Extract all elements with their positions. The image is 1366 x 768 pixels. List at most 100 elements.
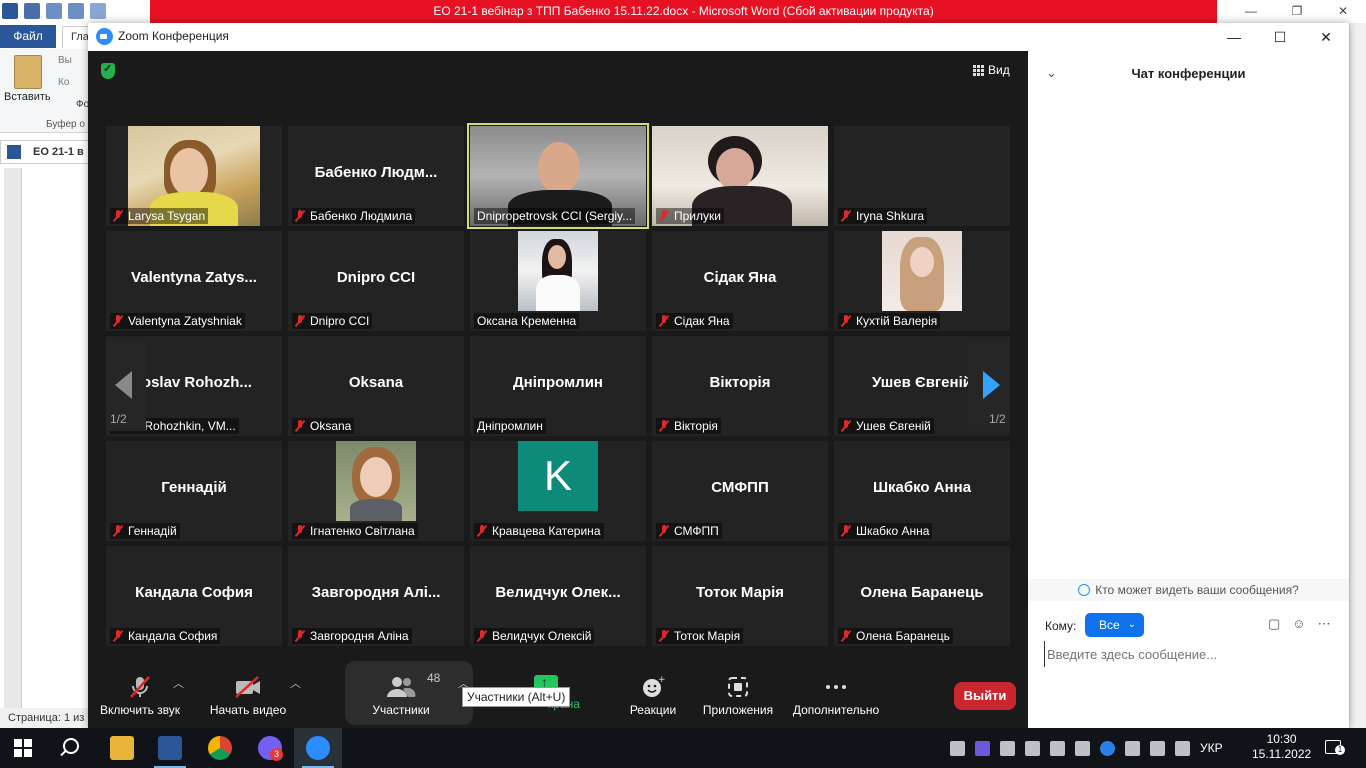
participant-tile[interactable]: Оксана Кременна: [470, 231, 646, 331]
participant-tile[interactable]: Кандала София Кандала София: [106, 546, 282, 646]
view-label: Вид: [988, 63, 1010, 77]
clipboard-icon[interactable]: [1125, 740, 1140, 756]
clock[interactable]: 10:30 15.11.2022: [1252, 732, 1311, 762]
chat-message-input[interactable]: [1044, 641, 1334, 667]
participant-name-label: Шкабко Анна: [838, 523, 933, 539]
participant-tile[interactable]: Dnipro CCI Dnipro CCI: [288, 231, 464, 331]
word-home-tab[interactable]: Гла: [62, 26, 90, 48]
participant-name-label: Valentyna Zatyshniak: [110, 313, 245, 329]
participant-tile[interactable]: Iryna Shkura: [834, 126, 1010, 226]
file-icon[interactable]: ▢: [1268, 616, 1280, 632]
muted-mic-icon: [659, 210, 669, 222]
chrome-taskbar-button[interactable]: [196, 728, 244, 768]
network-icon[interactable]: [1000, 740, 1015, 756]
save-icon[interactable]: [24, 3, 40, 19]
participant-tile[interactable]: Олена Баранець Олена Баранець: [834, 546, 1010, 646]
word-titlebar: ЕО 21-1 вебінар з ТПП Бабенко 15.11.22.d…: [0, 0, 1366, 23]
windows-start-icon[interactable]: [14, 739, 32, 757]
word-maximize-button[interactable]: ❐: [1274, 0, 1320, 23]
table-icon[interactable]: [90, 3, 106, 19]
participant-tile[interactable]: Вікторія Вікторія: [652, 336, 828, 436]
participant-name: Завгородня Аліна: [310, 629, 409, 643]
chat-recipient-dropdown[interactable]: Все ⌄: [1085, 613, 1144, 637]
viber-tray-icon[interactable]: [975, 740, 990, 756]
more-button[interactable]: Дополнительно: [788, 675, 884, 717]
participants-tooltip: Участники (Alt+U): [462, 687, 571, 707]
participant-tile[interactable]: Шкабко Анна Шкабко Анна: [834, 441, 1010, 541]
meeting-area: Вид Larysa TsyganБабенко Людм...Бабенко …: [88, 51, 1028, 728]
word-file-tab[interactable]: Файл: [0, 25, 56, 48]
reactions-button[interactable]: + Реакции: [628, 675, 678, 717]
audio-options-chevron-icon[interactable]: ︿: [173, 675, 184, 691]
monitor-icon[interactable]: [1075, 740, 1090, 756]
word-minimize-button[interactable]: —: [1228, 0, 1274, 23]
participant-tile[interactable]: Сідак Яна Сідак Яна: [652, 231, 828, 331]
apps-label: Приложения: [702, 703, 774, 717]
muted-mic-icon: [295, 525, 305, 537]
participant-name-label: Dnipropetrovsk CCI (Sergiy...: [474, 208, 636, 224]
participant-name: Кухтій Валерія: [856, 314, 938, 328]
start-video-label: Начать видео: [209, 703, 287, 717]
participant-tile[interactable]: Тоток Марія Тоток Марія: [652, 546, 828, 646]
video-grid: Larysa Tsygan Бабенко Людм... Бабенко Людм…: [106, 123, 1010, 646]
video-options-chevron-icon[interactable]: ︿: [290, 675, 301, 691]
participant-tile[interactable]: Dnipropetrovsk CCI (Sergiy...: [467, 123, 649, 229]
participant-tile[interactable]: Valentyna Zatys... Valentyna Zatyshniak: [106, 231, 282, 331]
participant-tile[interactable]: Велидчук Олек... Велидчук Олексій: [470, 546, 646, 646]
volume-icon[interactable]: [1150, 740, 1165, 756]
participant-tile[interactable]: Геннадій Геннадій: [106, 441, 282, 541]
zoom-minimize-button[interactable]: —: [1211, 23, 1257, 51]
book-icon[interactable]: [1025, 740, 1040, 756]
leave-meeting-button[interactable]: Выйти: [954, 682, 1016, 710]
language-indicator[interactable]: УКР: [1200, 741, 1223, 755]
paste-icon[interactable]: [14, 55, 42, 89]
participant-tile[interactable]: Oksana Oksana: [288, 336, 464, 436]
participant-tile[interactable]: K Кравцева Катерина: [470, 441, 646, 541]
redo-icon[interactable]: [68, 3, 84, 19]
participant-name-label: Oksana: [292, 418, 355, 434]
cut-label[interactable]: Вы: [58, 55, 72, 66]
word-taskbar-button[interactable]: [146, 728, 194, 768]
participant-tile[interactable]: Ігнатенко Світлана: [288, 441, 464, 541]
participant-display-name: Dnipro CCI: [336, 269, 416, 286]
participant-tile[interactable]: Larysa Tsygan: [106, 126, 282, 226]
page-indicator-right: 1/2: [989, 412, 1006, 426]
participant-tile[interactable]: Кухтій Валерія: [834, 231, 1010, 331]
participant-tile[interactable]: Бабенко Людм... Бабенко Людмила: [288, 126, 464, 226]
apps-button[interactable]: Приложения: [700, 675, 776, 717]
participant-display-name: Вікторія: [709, 374, 771, 391]
participant-tile[interactable]: Прилуки: [652, 126, 828, 226]
participant-name: Бабенко Людмила: [310, 209, 413, 223]
participant-name-label: Олена Баранець: [838, 628, 953, 644]
zoom-taskbar-button[interactable]: [294, 728, 342, 768]
file-explorer-taskbar-button[interactable]: [98, 728, 146, 768]
zoom-tray-icon[interactable]: [1100, 740, 1115, 756]
chat-visibility-hint-label: Кто может видеть ваши сообщения?: [1095, 583, 1299, 597]
zoom-close-button[interactable]: ✕: [1303, 23, 1349, 51]
view-button[interactable]: Вид: [973, 63, 1010, 77]
chat-visibility-hint[interactable]: Кто может видеть ваши сообщения?: [1028, 579, 1349, 601]
undo-icon[interactable]: [46, 3, 62, 19]
microphone-icon[interactable]: [950, 740, 965, 756]
search-icon[interactable]: [63, 738, 79, 754]
screen-icon[interactable]: [1050, 740, 1065, 756]
emoji-icon[interactable]: ☺: [1292, 616, 1305, 632]
copy-label[interactable]: Ко: [58, 77, 69, 88]
unmute-button[interactable]: Включить звук: [98, 675, 182, 717]
word-close-button[interactable]: ✕: [1320, 0, 1366, 23]
word-document-tab[interactable]: ЕО 21-1 в: [0, 140, 90, 164]
word-scrollbar[interactable]: [1349, 23, 1366, 728]
start-video-button[interactable]: Начать видео: [206, 675, 290, 717]
participant-tile[interactable]: Завгородня Алі... Завгородня Аліна: [288, 546, 464, 646]
zoom-maximize-button[interactable]: ☐: [1257, 23, 1303, 51]
participant-tile[interactable]: Дніпромлин Дніпромлин: [470, 336, 646, 436]
paste-label[interactable]: Вставить: [4, 91, 51, 103]
notification-icon[interactable]: 1: [1325, 740, 1345, 755]
security-shield-icon[interactable]: [101, 62, 115, 79]
viber-taskbar-button[interactable]: 3: [246, 728, 294, 768]
chat-more-icon[interactable]: ⋯: [1318, 616, 1331, 632]
wifi-icon[interactable]: [1175, 740, 1190, 756]
muted-mic-icon: [841, 630, 851, 642]
participant-tile[interactable]: СМФПП СМФПП: [652, 441, 828, 541]
participant-display-name: Oksana: [348, 374, 404, 391]
